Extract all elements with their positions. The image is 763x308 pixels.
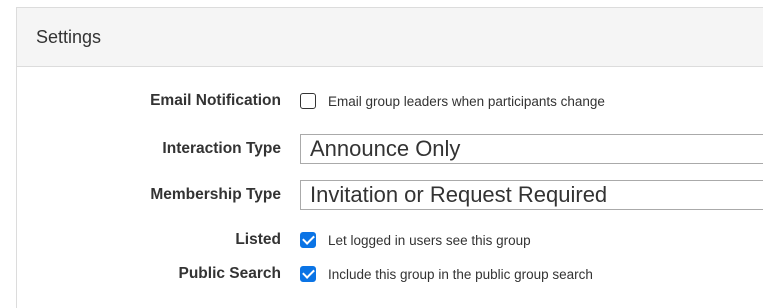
- listed-checkbox[interactable]: [300, 232, 316, 248]
- listed-label: Listed: [235, 231, 281, 248]
- public-search-checkbox[interactable]: [300, 266, 316, 282]
- email-notification-label: Email Notification: [150, 92, 281, 109]
- email-notification-checkbox[interactable]: [300, 93, 316, 109]
- interaction-type-label: Interaction Type: [162, 140, 281, 157]
- public-search-text: Include this group in the public group s…: [328, 267, 593, 282]
- email-notification-text: Email group leaders when participants ch…: [328, 94, 605, 109]
- public-search-label: Public Search: [178, 265, 281, 282]
- membership-type-row: Membership Type Invitation or Request Re…: [0, 180, 763, 210]
- interaction-type-row: Interaction Type Announce Only: [0, 134, 763, 164]
- listed-text: Let logged in users see this group: [328, 233, 531, 248]
- panel-title: Settings: [17, 8, 763, 67]
- public-search-row: Public Search Include this group in the …: [0, 259, 760, 289]
- listed-row: Listed Let logged in users see this grou…: [0, 225, 760, 255]
- membership-type-label: Membership Type: [150, 186, 281, 203]
- email-notification-row: Email Notification Email group leaders w…: [0, 86, 760, 116]
- interaction-type-input[interactable]: Announce Only: [300, 134, 763, 164]
- membership-type-input[interactable]: Invitation or Request Required: [300, 180, 763, 210]
